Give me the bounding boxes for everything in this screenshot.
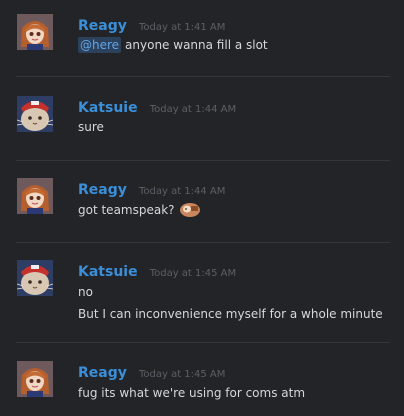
cat-with-red-hat-avatar-icon bbox=[17, 96, 53, 132]
avatar[interactable] bbox=[17, 96, 53, 132]
divider bbox=[16, 342, 390, 343]
message-header: Katsuie Today at 1:44 AM bbox=[78, 97, 236, 116]
custom-emoji-icon bbox=[179, 202, 201, 221]
divider bbox=[16, 242, 390, 243]
author-name[interactable]: Reagy bbox=[78, 365, 127, 381]
message-text: @here anyone wanna fill a slot bbox=[78, 37, 268, 53]
avatar[interactable] bbox=[17, 14, 53, 50]
timestamp: Today at 1:45 AM bbox=[149, 268, 237, 279]
message-line: got teamspeak? bbox=[78, 203, 175, 217]
anime-girl-avatar-icon bbox=[17, 178, 53, 214]
timestamp: Today at 1:44 AM bbox=[138, 186, 226, 197]
message-item: Reagy Today at 1:44 AM got teamspeak? bbox=[0, 164, 404, 246]
timestamp: Today at 1:44 AM bbox=[149, 104, 237, 115]
message-item: Katsuie Today at 1:45 AM no But I can in… bbox=[0, 246, 404, 328]
timestamp: Today at 1:41 AM bbox=[138, 22, 226, 33]
mention-here[interactable]: @here bbox=[78, 37, 122, 53]
message-text: got teamspeak? bbox=[78, 202, 201, 221]
message-item: Katsuie Today at 1:44 AM sure bbox=[0, 82, 404, 164]
timestamp: Today at 1:45 AM bbox=[138, 369, 226, 380]
message-header: Reagy Today at 1:41 AM bbox=[78, 15, 225, 34]
message-item: Reagy Today at 1:41 AM @here anyone wanna… bbox=[0, 0, 404, 82]
anime-girl-avatar-icon bbox=[17, 361, 53, 397]
message-header: Reagy Today at 1:44 AM bbox=[78, 179, 225, 198]
author-name[interactable]: Reagy bbox=[78, 18, 127, 34]
message-header: Reagy Today at 1:45 AM bbox=[78, 362, 225, 381]
message-line: But I can inconvenience myself for a who… bbox=[78, 307, 383, 321]
avatar[interactable] bbox=[17, 361, 53, 397]
chat-log: Reagy Today at 1:41 AM @here anyone wanna… bbox=[0, 0, 404, 416]
divider bbox=[16, 76, 390, 77]
avatar[interactable] bbox=[17, 178, 53, 214]
message-item: Reagy Today at 1:45 AM fug its what we'r… bbox=[0, 347, 404, 416]
message-header: Katsuie Today at 1:45 AM bbox=[78, 261, 236, 280]
divider bbox=[16, 160, 390, 161]
anime-girl-avatar-icon bbox=[17, 14, 53, 50]
author-name[interactable]: Katsuie bbox=[78, 100, 138, 116]
message-line: sure bbox=[78, 120, 104, 134]
author-name[interactable]: Reagy bbox=[78, 182, 127, 198]
message-line: no bbox=[78, 285, 93, 299]
cat-with-red-hat-avatar-icon bbox=[17, 260, 53, 296]
message-line: anyone wanna fill a slot bbox=[125, 38, 268, 52]
author-name[interactable]: Katsuie bbox=[78, 264, 138, 280]
message-line: fug its what we're using for coms atm bbox=[78, 386, 306, 400]
avatar[interactable] bbox=[17, 260, 53, 296]
